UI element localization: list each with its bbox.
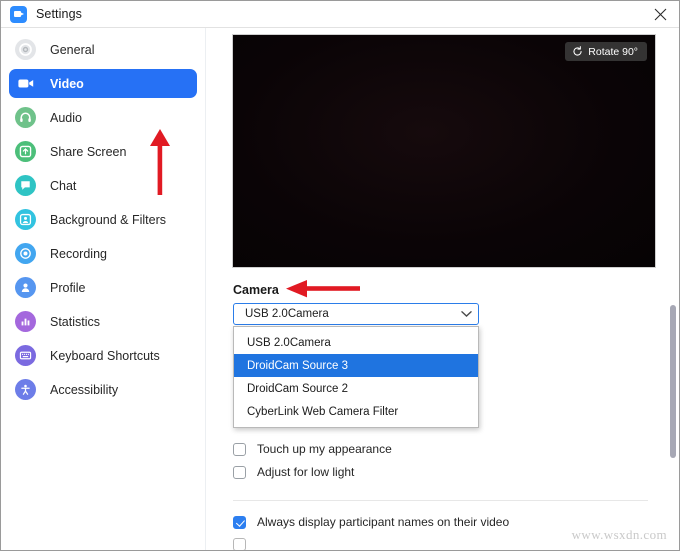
checkbox-touch-up-appearance[interactable]: Touch up my appearance <box>233 442 392 456</box>
gear-icon <box>15 39 36 60</box>
video-camera-icon <box>15 73 36 94</box>
headphones-icon <box>15 107 36 128</box>
person-frame-icon <box>15 209 36 230</box>
sidebar-item-statistics[interactable]: Statistics <box>9 307 197 336</box>
section-divider <box>233 500 648 501</box>
title-bar: Settings <box>1 1 679 28</box>
settings-window: Settings General <box>0 0 680 551</box>
sidebar-item-label: Video <box>50 77 84 91</box>
sidebar-item-recording[interactable]: Recording <box>9 239 197 268</box>
camera-dropdown-list: USB 2.0Camera DroidCam Source 3 DroidCam… <box>233 326 479 428</box>
sidebar-item-accessibility[interactable]: Accessibility <box>9 375 197 404</box>
checkbox-box <box>233 538 246 551</box>
checkbox-label: Touch up my appearance <box>257 442 392 456</box>
window-title: Settings <box>36 7 82 21</box>
checkbox-adjust-low-light[interactable]: Adjust for low light <box>233 465 354 479</box>
sidebar-item-video[interactable]: Video <box>9 69 197 98</box>
record-dot-icon <box>15 243 36 264</box>
sidebar-item-label: Chat <box>50 179 76 193</box>
checkbox-box <box>233 466 246 479</box>
close-icon <box>654 8 667 21</box>
sidebar-item-audio[interactable]: Audio <box>9 103 197 132</box>
watermark: www.wsxdn.com <box>572 527 667 543</box>
checkbox-box-checked <box>233 516 246 529</box>
dropdown-option[interactable]: DroidCam Source 2 <box>234 377 478 400</box>
camera-select-value: USB 2.0Camera <box>245 308 461 320</box>
dropdown-option[interactable]: CyberLink Web Camera Filter <box>234 400 478 423</box>
annotation-arrow-up <box>149 129 171 195</box>
sidebar-item-label: General <box>50 43 94 57</box>
sidebar-item-keyboard-shortcuts[interactable]: Keyboard Shortcuts <box>9 341 197 370</box>
keyboard-icon <box>15 345 36 366</box>
sidebar-item-profile[interactable]: Profile <box>9 273 197 302</box>
checkbox-partially-hidden[interactable] <box>233 538 246 551</box>
sidebar-item-label: Profile <box>50 281 85 295</box>
share-screen-icon <box>15 141 36 162</box>
sidebar-item-background-filters[interactable]: Background & Filters <box>9 205 197 234</box>
camera-select[interactable]: USB 2.0Camera <box>233 303 479 325</box>
video-settings-panel: Rotate 90° Camera USB 2.0Camera USB 2.0C… <box>207 28 679 551</box>
annotation-arrow-left <box>286 280 360 298</box>
checkbox-always-display-names[interactable]: Always display participant names on thei… <box>233 515 509 529</box>
vertical-scrollbar-track[interactable] <box>669 29 678 550</box>
checkbox-label: Always display participant names on thei… <box>257 515 509 529</box>
dropdown-option[interactable]: USB 2.0Camera <box>234 331 478 354</box>
person-icon <box>15 277 36 298</box>
sidebar-item-label: Recording <box>50 247 107 261</box>
dropdown-option-selected[interactable]: DroidCam Source 3 <box>234 354 478 377</box>
close-button[interactable] <box>647 4 673 25</box>
zoom-logo-icon <box>10 6 27 23</box>
checkbox-box <box>233 443 246 456</box>
rotate-icon <box>572 46 583 57</box>
vertical-scrollbar-thumb[interactable] <box>670 305 676 458</box>
sidebar-item-label: Statistics <box>50 315 100 329</box>
video-preview: Rotate 90° <box>232 34 656 268</box>
sidebar-item-label: Share Screen <box>50 145 126 159</box>
sidebar-item-label: Accessibility <box>50 383 118 397</box>
sidebar-item-label: Background & Filters <box>50 213 166 227</box>
rotate-90-label: Rotate 90° <box>588 46 638 58</box>
sidebar-item-label: Audio <box>50 111 82 125</box>
checkbox-label: Adjust for low light <box>257 465 354 479</box>
sidebar-item-label: Keyboard Shortcuts <box>50 349 160 363</box>
camera-section-label: Camera <box>233 283 279 297</box>
rotate-90-button[interactable]: Rotate 90° <box>565 42 647 61</box>
sidebar: General Video Audio <box>1 28 206 551</box>
chat-bubble-icon <box>15 175 36 196</box>
sidebar-item-general[interactable]: General <box>9 35 197 64</box>
chevron-down-icon <box>461 310 472 318</box>
accessibility-icon <box>15 379 36 400</box>
bar-chart-icon <box>15 311 36 332</box>
